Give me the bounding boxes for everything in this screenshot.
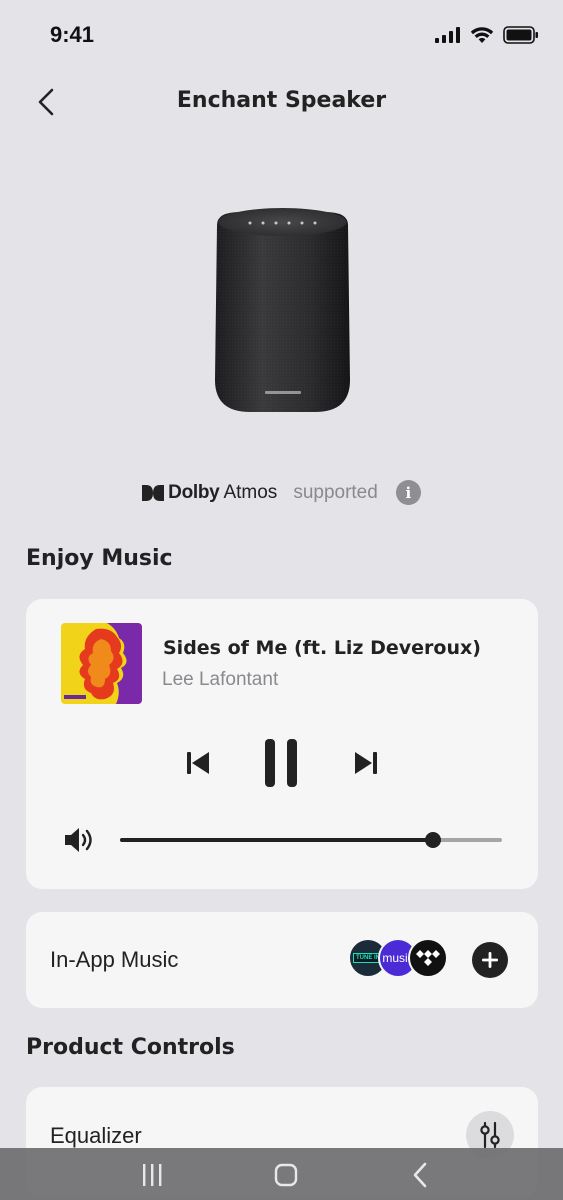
tidal-logo bbox=[408, 938, 448, 978]
battery-icon bbox=[503, 26, 538, 44]
volume-icon[interactable] bbox=[63, 825, 95, 855]
service-logos: TUNE IN music bbox=[348, 938, 448, 980]
header: Enchant Speaker bbox=[0, 70, 563, 134]
track-title: Sides of Me (ft. Liz Deveroux) bbox=[163, 637, 481, 659]
next-track-icon bbox=[355, 752, 377, 774]
volume-slider-fill bbox=[120, 838, 434, 842]
playback-controls bbox=[26, 733, 538, 793]
home-icon bbox=[274, 1163, 298, 1187]
track-artist[interactable]: Lee Lafontant bbox=[162, 669, 278, 691]
system-navigation-bar bbox=[0, 1148, 563, 1200]
page-title: Enchant Speaker bbox=[176, 88, 387, 113]
status-bar: 9:41 bbox=[0, 0, 563, 70]
status-time: 9:41 bbox=[50, 22, 95, 47]
now-playing-card: Sides of Me (ft. Liz Deveroux) Lee Lafon… bbox=[26, 599, 538, 889]
recent-apps-icon bbox=[143, 1164, 162, 1186]
previous-button[interactable] bbox=[180, 745, 216, 781]
pause-button[interactable] bbox=[258, 737, 304, 789]
dolby-supported-text: supported bbox=[293, 481, 378, 503]
speaker-image bbox=[195, 200, 370, 420]
dolby-atmos-row: Dolby Atmos supported i bbox=[0, 480, 563, 505]
add-music-service-button[interactable] bbox=[472, 942, 508, 978]
cellular-signal-icon bbox=[435, 27, 460, 43]
dolby-product-text: Atmos bbox=[223, 481, 278, 503]
album-art[interactable] bbox=[61, 623, 142, 704]
tidal-icon bbox=[416, 950, 440, 966]
product-controls-heading: Product Controls bbox=[26, 1035, 235, 1060]
back-icon bbox=[413, 1162, 427, 1188]
wifi-icon bbox=[470, 27, 494, 43]
system-back-button[interactable] bbox=[400, 1160, 440, 1190]
status-icons bbox=[435, 26, 539, 44]
pause-icon bbox=[265, 739, 297, 787]
recent-apps-button[interactable] bbox=[132, 1160, 172, 1190]
plus-icon bbox=[482, 952, 498, 968]
dolby-logo: Dolby Atmos bbox=[142, 482, 277, 504]
home-button[interactable] bbox=[266, 1160, 306, 1190]
equalizer-label: Equalizer bbox=[50, 1123, 142, 1148]
volume-slider-thumb[interactable] bbox=[425, 832, 442, 848]
volume-slider[interactable] bbox=[120, 829, 502, 851]
in-app-music-card[interactable]: In-App Music TUNE IN music bbox=[26, 912, 538, 1008]
in-app-music-label: In-App Music bbox=[50, 947, 179, 972]
next-button[interactable] bbox=[348, 745, 384, 781]
dolby-brand-text: Dolby bbox=[168, 481, 220, 503]
dolby-double-d-icon bbox=[142, 484, 165, 501]
enjoy-music-heading: Enjoy Music bbox=[26, 546, 173, 571]
info-icon[interactable]: i bbox=[395, 480, 421, 505]
previous-track-icon bbox=[187, 752, 209, 774]
equalizer-sliders-icon bbox=[480, 1121, 500, 1149]
